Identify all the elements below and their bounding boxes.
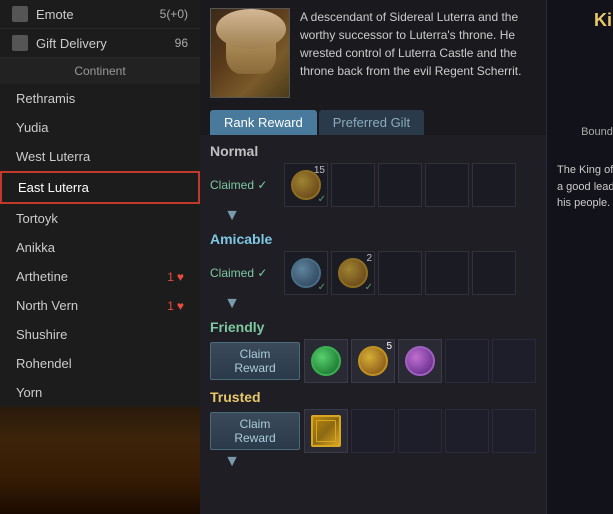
- item-preview: Legendary Bound to Roster on Pickup Untr…: [557, 39, 613, 212]
- emote-icon: [12, 6, 28, 22]
- purple-item-icon: [405, 346, 435, 376]
- sidebar-item-west-luterra[interactable]: West Luterra: [0, 142, 200, 171]
- tier-amicable-row: Claimed ✓ ✓ 2 ✓: [210, 251, 536, 295]
- tier-amicable-label: Amicable: [210, 231, 536, 247]
- check-icon: ✓: [318, 282, 326, 293]
- npc-header: A descendant of Sidereal Luterra and the…: [200, 0, 546, 106]
- item-slot: ✓: [284, 251, 328, 295]
- sidebar-item-yudia[interactable]: Yudia: [0, 113, 200, 142]
- right-panel: King Thirain Legendary Bound to Roster o…: [546, 0, 613, 514]
- tier-normal-items: 15 ✓: [284, 163, 516, 207]
- item-count: 5: [386, 341, 392, 352]
- arrow-down-normal: ▼: [210, 207, 254, 225]
- npc-portrait: [210, 8, 290, 98]
- empty-slot: [351, 409, 395, 453]
- gold-coin-icon: [338, 258, 368, 288]
- tier-trusted-items: [304, 409, 536, 453]
- sidebar-item-shushire[interactable]: Shushire: [0, 320, 200, 349]
- book-item-icon: [311, 415, 341, 447]
- item-slot: [304, 339, 348, 383]
- empty-slot: [398, 409, 442, 453]
- sidebar-item-anikka[interactable]: Anikka: [0, 233, 200, 262]
- green-item-icon: [311, 346, 341, 376]
- tabs-row: Rank Reward Preferred Gilt: [200, 106, 546, 135]
- item-slot: [378, 163, 422, 207]
- bind-text: Bound to Roster on Pickup: [581, 126, 613, 138]
- claim-reward-button-friendly[interactable]: Claim Reward: [210, 342, 300, 380]
- gold-coin-icon: [358, 346, 388, 376]
- sidebar-item-east-luterra[interactable]: East Luterra: [0, 171, 200, 204]
- tier-trusted-row: Claim Reward: [210, 409, 536, 453]
- emote-label: Emote: [36, 7, 74, 22]
- item-count: 2: [366, 253, 372, 264]
- tier-normal-label: Normal: [210, 143, 536, 159]
- tier-trusted-label: Trusted: [210, 389, 536, 405]
- emote-badge: 5(+0): [160, 7, 188, 21]
- npc-description: A descendant of Sidereal Luterra and the…: [300, 8, 536, 80]
- sidebar-bottom-image: [0, 407, 200, 514]
- gift-delivery-badge: 96: [175, 36, 188, 50]
- gift-icon: [12, 35, 28, 51]
- tier-friendly: Friendly Claim Reward 5: [210, 319, 536, 383]
- item-slot: 2 ✓: [331, 251, 375, 295]
- arrow-down-amicable: ▼: [210, 295, 254, 313]
- sidebar-item-north-vern[interactable]: North Vern 1 ♥: [0, 291, 200, 320]
- empty-slot: [445, 409, 489, 453]
- tab-preferred-gilt[interactable]: Preferred Gilt: [319, 110, 424, 135]
- tier-normal: Normal Claimed ✓ 15 ✓ ▼: [210, 143, 536, 225]
- sidebar-item-tortoyk[interactable]: Tortoyk: [0, 204, 200, 233]
- item-slot: [425, 251, 469, 295]
- main-content: A descendant of Sidereal Luterra and the…: [200, 0, 546, 514]
- tier-friendly-items: 5: [304, 339, 536, 383]
- tab-rank-reward[interactable]: Rank Reward: [210, 110, 317, 135]
- sidebar-item-arthetine[interactable]: Arthetine 1 ♥: [0, 262, 200, 291]
- check-icon: ✓: [365, 282, 373, 293]
- continent-section-label: Continent: [0, 58, 200, 84]
- north-vern-badge: 1 ♥: [167, 299, 184, 313]
- item-description: The King of Luterra. The epitome of a go…: [557, 162, 613, 212]
- blue-coin-icon: [291, 258, 321, 288]
- reward-content: Normal Claimed ✓ 15 ✓ ▼ Amica: [200, 135, 546, 514]
- item-slot: 15 ✓: [284, 163, 328, 207]
- tier-friendly-label: Friendly: [210, 319, 536, 335]
- arthetine-badge: 1 ♥: [167, 270, 184, 284]
- sidebar: Emote 5(+0) Gift Delivery 96 Continent R…: [0, 0, 200, 514]
- tier-amicable-status: Claimed ✓: [210, 266, 280, 280]
- empty-slot: [492, 339, 536, 383]
- item-slot: [398, 339, 442, 383]
- npc-name-display: King Thirain: [557, 10, 613, 31]
- emote-row: Emote 5(+0): [0, 0, 200, 29]
- item-slot: [472, 163, 516, 207]
- check-icon: ✓: [318, 194, 326, 205]
- tier-normal-status: Claimed ✓: [210, 178, 280, 192]
- empty-slot: [445, 339, 489, 383]
- sidebar-item-rohendel[interactable]: Rohendel: [0, 349, 200, 378]
- item-count: 15: [314, 165, 325, 176]
- gift-delivery-row: Gift Delivery 96: [0, 29, 200, 58]
- item-slot: 5: [351, 339, 395, 383]
- item-slot: [304, 409, 348, 453]
- tier-trusted: Trusted Claim Reward ▼: [210, 389, 536, 471]
- arrow-down-trusted: ▼: [210, 453, 254, 471]
- item-slot: [425, 163, 469, 207]
- claim-reward-button-trusted[interactable]: Claim Reward: [210, 412, 300, 450]
- tier-normal-row: Claimed ✓ 15 ✓: [210, 163, 536, 207]
- item-slot: [331, 163, 375, 207]
- gift-delivery-label: Gift Delivery: [36, 36, 107, 51]
- item-slot: [472, 251, 516, 295]
- tier-friendly-row: Claim Reward 5: [210, 339, 536, 383]
- sidebar-item-yorn[interactable]: Yorn: [0, 378, 200, 407]
- tier-amicable: Amicable Claimed ✓ ✓ 2 ✓: [210, 231, 536, 313]
- sidebar-item-rethramis[interactable]: Rethramis: [0, 84, 200, 113]
- empty-slot: [492, 409, 536, 453]
- item-slot: [378, 251, 422, 295]
- tier-amicable-items: ✓ 2 ✓: [284, 251, 516, 295]
